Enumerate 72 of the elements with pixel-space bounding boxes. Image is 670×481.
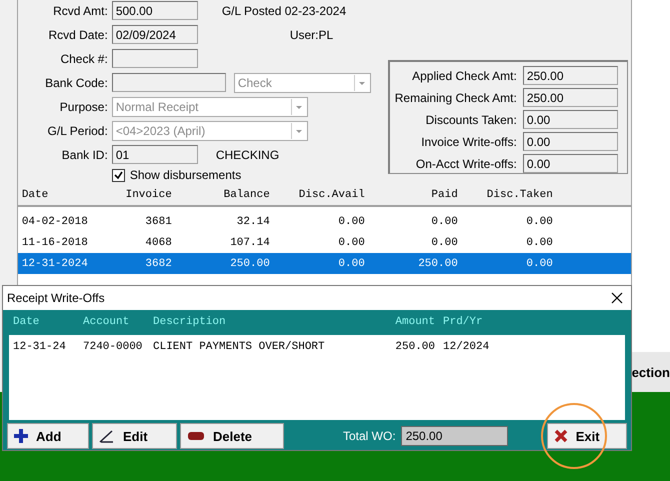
table-cell-text: 250.00 [417,258,459,270]
invoice-row[interactable]: 04-02-2018 3681 32.14 0.00 0.00 0.00 [18,211,631,232]
field-label: On-Acct Write-offs: [416,156,517,170]
table-cell-text: 32.14 [236,216,271,228]
column-header: Paid [430,189,459,201]
table-cell-text: 107.14 [229,236,271,248]
table-cell-text: 250.00 [394,340,436,353]
field-label: Rcvd Amt: [52,4,108,18]
eraser-icon [187,431,205,442]
field-label: Bank Code: [44,76,108,90]
field-label: Purpose: [58,100,108,114]
table-cell-text: 0.00 [337,258,366,270]
column-header: Prd/Yr [442,316,484,328]
field-label: Applied Check Amt: [412,68,517,82]
invoice-row[interactable]: 12-31-2024 3682 250.00 0.00 250.00 0.00 [18,253,631,274]
column-header: Date [12,316,40,328]
table-cell-text: 3681 [144,216,173,228]
info-text: User:PL [290,28,334,42]
text-field[interactable]: 02/09/2024 [112,25,198,44]
column-header: Account [82,316,130,328]
column-header: Disc.Avail [298,189,366,201]
table-cell-text: CLIENT PAYMENTS OVER/SHORT [152,340,326,353]
field-label: Discounts Taken: [426,112,517,126]
table-cell-text: 0.00 [430,236,459,248]
dialog-title: Receipt Write-Offs [7,290,105,305]
field-label: Total WO: [343,429,396,444]
field-label: Bank ID: [60,148,108,162]
field-label: Remaining Check Amt: [394,90,517,104]
table-cell-text: 0.00 [525,258,554,270]
column-header: Disc.Taken [486,189,554,201]
add-button[interactable]: Add [7,423,89,450]
x-icon [554,429,568,444]
text-field[interactable]: 500.00 [112,1,198,20]
table-cell-text: 0.00 [337,236,366,248]
plus-icon [14,429,28,444]
column-header: Description [152,316,227,328]
table-cell-text: 12-31-2024 [20,258,89,270]
table-cell-text: 7240-0000 [82,340,144,353]
table-cell-text: 12/2024 [442,340,490,353]
info-text: G/L Posted 02-23-2024 [222,4,346,18]
column-header: Amount [394,316,436,328]
table-cell-text: 0.00 [525,216,554,228]
delete-button[interactable]: Delete [180,423,284,450]
column-header: Balance [222,189,271,201]
column-header: Date [20,189,50,201]
checkbox[interactable] [112,168,125,182]
text-field[interactable] [112,73,226,92]
field-label: Rcvd Date: [47,28,108,42]
invoice-row[interactable]: 11-16-2018 4068 107.14 0.00 0.00 0.00 [18,232,631,253]
table-cell-text: 4068 [144,236,173,248]
table-cell-text: 250.00 [229,258,271,270]
checkmark-icon [114,170,123,180]
pencil-icon [99,429,115,444]
edit-button[interactable]: Edit [92,423,177,450]
exit-button[interactable]: Exit [546,423,627,450]
table-cell-text: 04-02-2018 [20,216,89,228]
close-icon[interactable] [611,292,623,304]
table-cell-text: 11-16-2018 [20,236,89,248]
checkbox-label: Show disbursements [130,168,242,182]
text-field[interactable] [112,49,198,68]
info-text: CHECKING [216,148,280,162]
field-label: Check #: [59,52,108,66]
button-fragment: ection [632,352,670,392]
table-cell-text: 12-31-24 [12,340,67,353]
table-cell-text: 3682 [144,258,173,270]
table-cell-text: 0.00 [430,216,459,228]
table-cell-text: 0.00 [525,236,554,248]
column-header: Invoice [124,189,173,201]
table-cell-text: 0.00 [337,216,366,228]
field-label: G/L Period: [46,124,108,138]
text-field[interactable]: 01 [112,145,198,164]
field-label: Invoice Write-offs: [421,134,517,148]
